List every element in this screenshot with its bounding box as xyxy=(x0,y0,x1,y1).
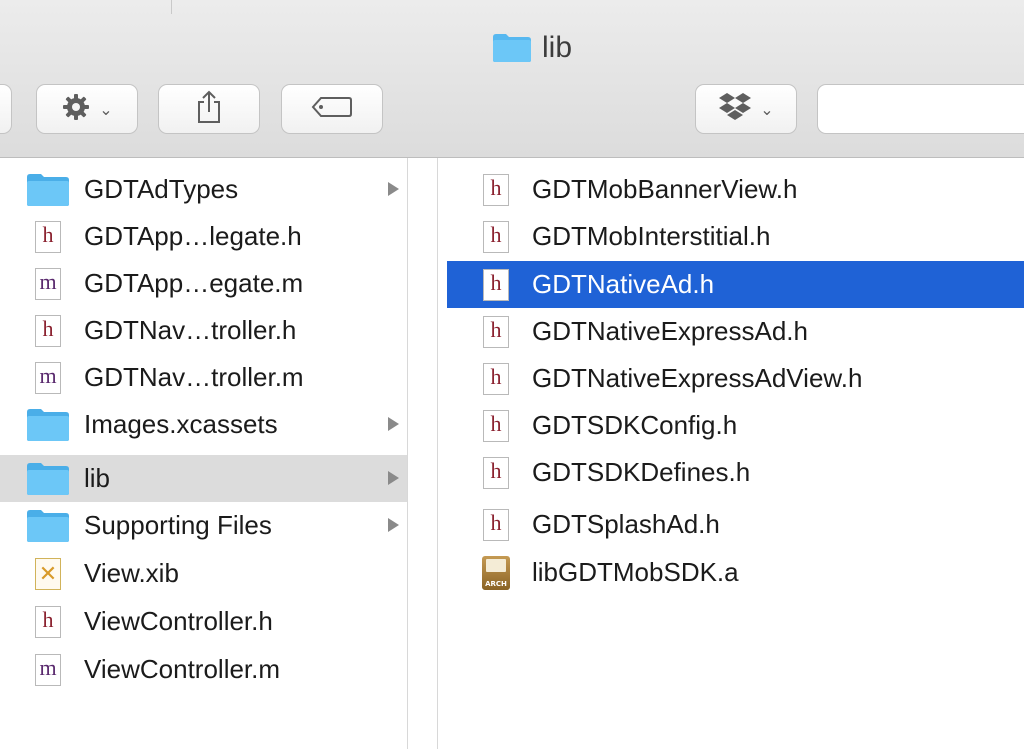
file-name: GDTApp…egate.m xyxy=(84,268,304,298)
list-item-folder[interactable]: GDTAdTypes xyxy=(0,166,407,213)
file-name: GDTApp…legate.h xyxy=(84,221,302,251)
share-icon xyxy=(196,90,222,129)
list-item-folder-selected[interactable]: lib xyxy=(0,455,407,502)
file-name: GDTSDKConfig.h xyxy=(532,410,738,440)
file-name: GDTNav…troller.m xyxy=(84,362,304,392)
folder-icon xyxy=(492,33,532,63)
finder-window: lib ⌄ ⌄ GDTAdTypes h GDTApp…legate.h m G… xyxy=(0,0,1024,749)
header-file-icon: h xyxy=(35,605,61,638)
list-item-file-selected[interactable]: h GDTNativeAd.h xyxy=(447,261,1024,308)
archive-paper-graphic xyxy=(486,558,506,572)
disclosure-arrow-icon xyxy=(388,182,399,196)
column-parent: GDTAdTypes h GDTApp…legate.h m GDTApp…eg… xyxy=(0,158,407,749)
list-item-file[interactable]: ARCH libGDTMobSDK.a xyxy=(447,549,1024,596)
list-item-file[interactable]: h GDTNativeExpressAd.h xyxy=(447,308,1024,355)
chevron-down-icon: ⌄ xyxy=(99,102,113,119)
list-item-file[interactable]: m GDTApp…egate.m xyxy=(0,260,407,307)
file-name: GDTAdTypes xyxy=(84,174,239,204)
interface-file-icon: ✕ xyxy=(35,557,61,590)
header-file-icon: h xyxy=(483,220,509,253)
list-item-file[interactable]: h GDTMobBannerView.h xyxy=(447,166,1024,213)
column-lib-contents: h GDTMobBannerView.h h GDTMobInterstitia… xyxy=(437,158,1024,749)
tab-separator xyxy=(171,0,172,14)
toolbar: lib ⌄ ⌄ xyxy=(0,0,1024,158)
window-title: lib xyxy=(541,31,572,64)
archive-label: ARCH xyxy=(485,579,507,588)
back-forward-button[interactable] xyxy=(0,84,12,134)
file-name: GDTMobBannerView.h xyxy=(532,174,798,204)
search-input[interactable] xyxy=(817,84,1024,134)
file-name: ViewController.h xyxy=(84,606,273,636)
file-name: GDTSDKDefines.h xyxy=(532,457,751,487)
file-name: Supporting Files xyxy=(84,510,272,540)
tag-icon xyxy=(311,96,353,123)
tag-button[interactable] xyxy=(281,84,383,134)
file-name: libGDTMobSDK.a xyxy=(532,557,739,587)
source-file-icon: m xyxy=(35,267,61,300)
file-name: View.xib xyxy=(84,558,179,588)
title-bar: lib xyxy=(0,26,1024,70)
chevron-down-icon: ⌄ xyxy=(760,102,774,119)
file-name: GDTNativeExpressAdView.h xyxy=(532,363,863,393)
list-item-file[interactable]: h GDTSplashAd.h xyxy=(447,501,1024,548)
list-item-file[interactable]: h GDTMobInterstitial.h xyxy=(447,213,1024,260)
list-item-file[interactable]: h GDTApp…legate.h xyxy=(0,213,407,260)
header-file-icon: h xyxy=(35,220,61,253)
file-name: GDTMobInterstitial.h xyxy=(532,221,771,251)
gear-icon xyxy=(61,92,91,127)
list-item-file[interactable]: m GDTNav…troller.m xyxy=(0,354,407,401)
dropbox-icon xyxy=(718,92,752,127)
file-name: GDTSplashAd.h xyxy=(532,509,720,539)
archive-file-icon: ARCH xyxy=(482,555,510,590)
folder-icon xyxy=(26,408,70,442)
file-name: GDTNav…troller.h xyxy=(84,315,297,345)
list-item-file[interactable]: h GDTSDKDefines.h xyxy=(447,449,1024,496)
folder-icon xyxy=(26,173,70,207)
header-file-icon: h xyxy=(483,268,509,301)
header-file-icon: h xyxy=(35,314,61,347)
folder-icon xyxy=(26,462,70,496)
column-resize-gap[interactable] xyxy=(407,158,437,749)
file-name: lib xyxy=(84,463,111,493)
action-menu-button[interactable]: ⌄ xyxy=(36,84,138,134)
source-file-icon: m xyxy=(35,361,61,394)
list-item-file[interactable]: h GDTSDKConfig.h xyxy=(447,402,1024,449)
header-file-icon: h xyxy=(483,409,509,442)
disclosure-arrow-icon xyxy=(388,417,399,431)
header-file-icon: h xyxy=(483,508,509,541)
header-file-icon: h xyxy=(483,173,509,206)
folder-icon xyxy=(26,509,70,543)
list-item-folder[interactable]: Images.xcassets xyxy=(0,401,407,448)
file-name: ViewController.m xyxy=(84,654,281,684)
list-item-file[interactable]: m ViewController.m xyxy=(0,646,407,693)
list-item-file[interactable]: h ViewController.h xyxy=(0,598,407,645)
file-name: Images.xcassets xyxy=(84,409,278,439)
file-name: GDTNativeExpressAd.h xyxy=(532,316,808,346)
header-file-icon: h xyxy=(483,456,509,489)
list-item-folder[interactable]: Supporting Files xyxy=(0,502,407,549)
file-name: GDTNativeAd.h xyxy=(532,269,715,299)
source-file-icon: m xyxy=(35,653,61,686)
disclosure-arrow-icon xyxy=(388,471,399,485)
disclosure-arrow-icon xyxy=(388,518,399,532)
header-file-icon: h xyxy=(483,362,509,395)
header-file-icon: h xyxy=(483,315,509,348)
dropbox-button[interactable]: ⌄ xyxy=(695,84,797,134)
share-button[interactable] xyxy=(158,84,260,134)
list-item-file[interactable]: h GDTNativeExpressAdView.h xyxy=(447,355,1024,402)
list-item-file[interactable]: ✕ View.xib xyxy=(0,550,407,597)
list-item-file[interactable]: h GDTNav…troller.h xyxy=(0,307,407,354)
